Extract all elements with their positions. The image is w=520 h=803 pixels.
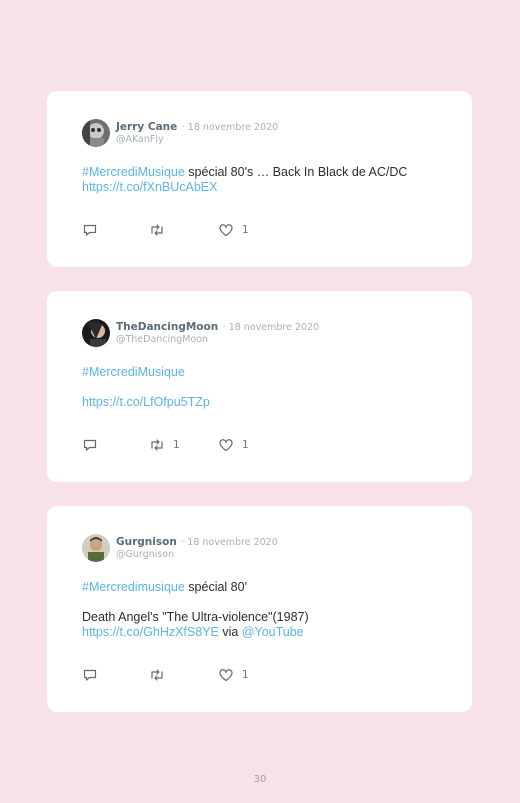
- tweet-actions: 1: [82, 222, 282, 238]
- url-link[interactable]: https://t.co/fXnBUcAbEX: [82, 180, 217, 194]
- like-button[interactable]: 1: [218, 667, 249, 683]
- heart-icon: [219, 439, 233, 452]
- url-link[interactable]: https://t.co/LfOfpu5TZp: [82, 395, 210, 409]
- retweet-button[interactable]: [149, 667, 173, 683]
- retweet-icon: [151, 439, 163, 451]
- author-handle[interactable]: @AKanFly: [116, 134, 278, 146]
- tweet-text-content: spécial 80's … Back In Black de AC/DC: [184, 165, 408, 179]
- author-name[interactable]: Gurgnison: [116, 536, 177, 548]
- tweet-card: TheDancingMoon · 18 novembre 2020 @TheDa…: [47, 291, 472, 482]
- avatar[interactable]: [82, 119, 110, 147]
- hashtag-link[interactable]: #MercrediMusique: [82, 165, 185, 179]
- heart-icon: [219, 669, 233, 682]
- tweet-card: Gurgnison · 18 novembre 2020 @Gurgnison …: [47, 506, 472, 712]
- like-count: 1: [242, 224, 249, 236]
- reply-button[interactable]: [82, 222, 98, 238]
- tweet-date: · 18 novembre 2020: [181, 122, 279, 133]
- tweet-text: #MercrediMusique https://t.co/LfOfpu5TZp: [82, 365, 442, 410]
- mention-link[interactable]: @YouTube: [242, 625, 304, 639]
- author-handle[interactable]: @TheDancingMoon: [116, 334, 319, 346]
- tweet-header: Jerry Cane · 18 novembre 2020 @AKanFly: [82, 119, 278, 147]
- page-number: 30: [253, 774, 267, 785]
- avatar[interactable]: [82, 534, 110, 562]
- like-count: 1: [242, 439, 249, 451]
- reply-button[interactable]: [82, 667, 98, 683]
- hashtag-link[interactable]: #Mercredimusique: [82, 580, 185, 594]
- retweet-button[interactable]: [149, 222, 173, 238]
- tweet-header: TheDancingMoon · 18 novembre 2020 @TheDa…: [82, 319, 319, 347]
- retweet-icon: [151, 224, 163, 236]
- reply-icon: [83, 439, 97, 451]
- like-button[interactable]: 1: [218, 437, 249, 453]
- reply-button[interactable]: [82, 437, 98, 453]
- reply-icon: [83, 224, 97, 236]
- tweet-actions: 1 1: [82, 437, 282, 453]
- like-count: 1: [242, 669, 249, 681]
- tweet-text-content: spécial 80': [184, 580, 247, 594]
- author-name[interactable]: Jerry Cane: [116, 121, 177, 133]
- author-handle[interactable]: @Gurgnison: [116, 549, 278, 561]
- retweet-button[interactable]: 1: [149, 437, 180, 453]
- retweet-icon: [151, 669, 163, 681]
- tweet-actions: 1: [82, 667, 282, 683]
- tweet-text: #Mercredimusique spécial 80' Death Angel…: [82, 580, 442, 640]
- reply-icon: [83, 669, 97, 681]
- hashtag-link[interactable]: #MercrediMusique: [82, 365, 185, 379]
- via-text: via: [218, 625, 242, 639]
- tweet-header: Gurgnison · 18 novembre 2020 @Gurgnison: [82, 534, 278, 562]
- tweet-date: · 18 novembre 2020: [222, 322, 320, 333]
- heart-icon: [219, 224, 233, 237]
- tweet-date: · 18 novembre 2020: [181, 537, 278, 548]
- url-link[interactable]: https://t.co/GhHzXfS8YE: [82, 625, 219, 639]
- avatar[interactable]: [82, 319, 110, 347]
- like-button[interactable]: 1: [218, 222, 249, 238]
- retweet-count: 1: [173, 439, 180, 451]
- tweet-text-line: Death Angel's "The Ultra-violence"(1987): [82, 610, 309, 624]
- author-name[interactable]: TheDancingMoon: [116, 321, 218, 333]
- tweet-card: Jerry Cane · 18 novembre 2020 @AKanFly #…: [47, 91, 472, 267]
- tweet-text: #MercrediMusique spécial 80's … Back In …: [82, 165, 442, 195]
